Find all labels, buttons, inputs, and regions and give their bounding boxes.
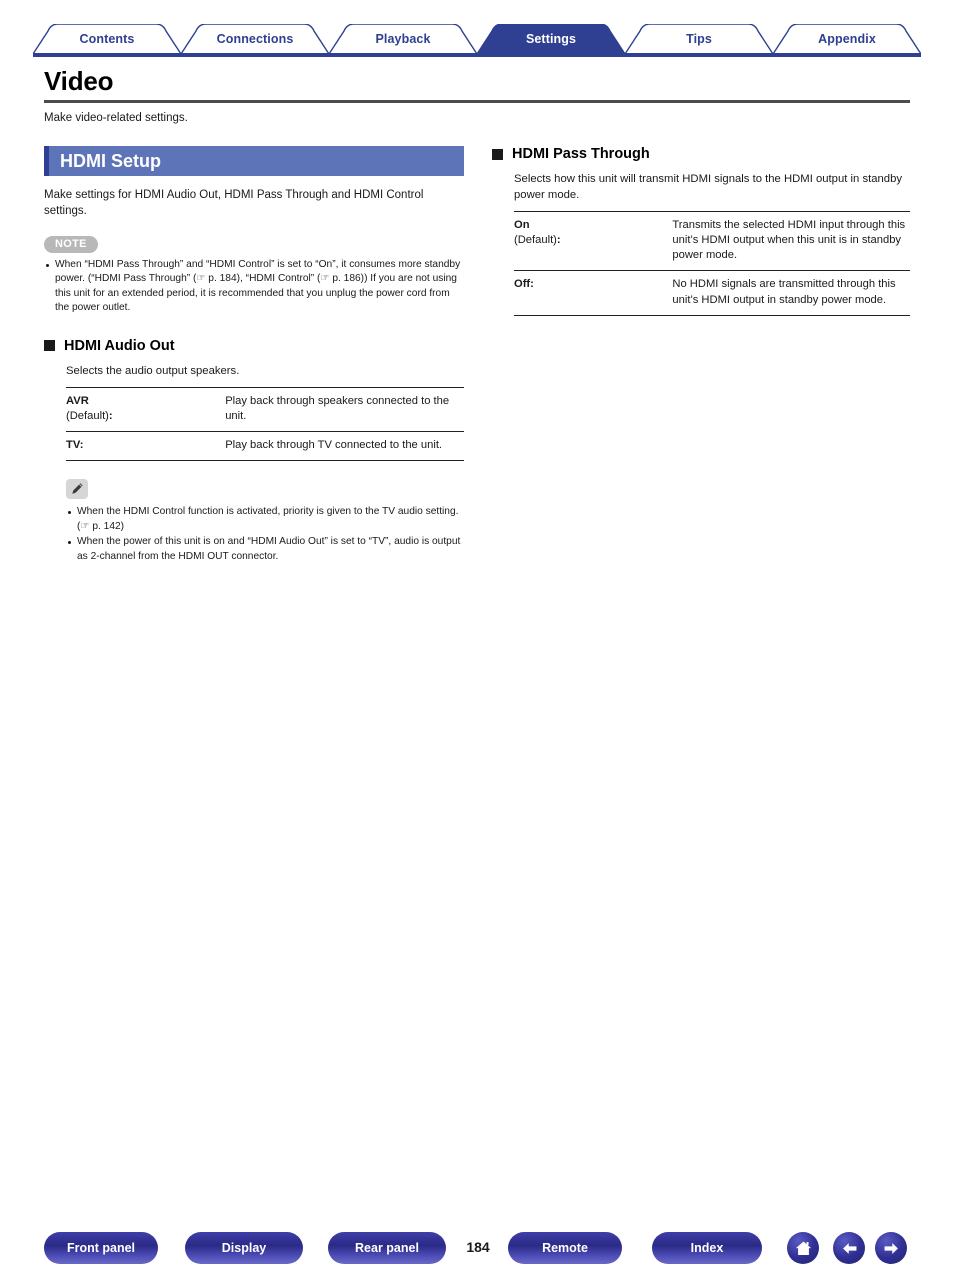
section-banner: HDMI Setup bbox=[44, 146, 464, 176]
tab-label: Connections bbox=[216, 31, 294, 46]
subsection-description: Selects how this unit will transmit HDMI… bbox=[514, 173, 903, 202]
table-row: On (Default): Transmits the selected HDMI … bbox=[514, 211, 910, 271]
home-icon[interactable] bbox=[787, 1232, 819, 1264]
square-bullet-icon bbox=[492, 148, 503, 160]
table-cell-value: No HDMI signals are transmitted through … bbox=[672, 278, 896, 306]
subsection-hdmi-pass-through: HDMI Pass Through Selects how this unit … bbox=[492, 146, 910, 316]
list-item: When “HDMI Pass Through” and “HDMI Contr… bbox=[44, 258, 464, 316]
tab-bar: Contents Connections Playback Settings Tips A… bbox=[0, 0, 954, 60]
subsection-heading-label: HDMI Audio Out bbox=[64, 337, 175, 354]
tab-label: Settings bbox=[525, 31, 577, 46]
arrow-right-icon[interactable] bbox=[875, 1232, 907, 1264]
right-column: HDMI Pass Through Selects how this unit … bbox=[492, 146, 910, 316]
table-row: AVR (Default): Play back through speakers … bbox=[66, 387, 464, 431]
subsection-heading-label: HDMI Pass Through bbox=[512, 146, 650, 162]
rear-panel-button[interactable]: Rear panel bbox=[328, 1232, 446, 1264]
subsection-hdmi-audio-out: HDMI Audio Out Selects the audio output … bbox=[44, 338, 464, 461]
tab-bar-underline bbox=[33, 53, 921, 57]
footer-nav: Front panel Display Rear panel 184 Remot… bbox=[0, 612, 954, 1264]
tab-label: Tips bbox=[686, 31, 712, 46]
tab-label: Playback bbox=[375, 31, 431, 46]
tab-playback[interactable]: Playback bbox=[327, 23, 479, 55]
tab-contents[interactable]: Contents bbox=[31, 23, 183, 55]
tab-connections[interactable]: Connections bbox=[179, 23, 331, 55]
arrow-left-icon[interactable] bbox=[833, 1232, 865, 1264]
tab-tips[interactable]: Tips bbox=[623, 23, 775, 55]
tab-label: Contents bbox=[79, 31, 135, 46]
spec-table-hdmi-audio-out: AVR (Default): Play back through speakers … bbox=[66, 387, 464, 461]
front-panel-button[interactable]: Front panel bbox=[44, 1232, 158, 1264]
note-block: NOTE When “HDMI Pass Through” and “HDMI … bbox=[44, 234, 464, 316]
tab-appendix[interactable]: Appendix bbox=[771, 23, 923, 55]
square-bullet-icon bbox=[44, 340, 55, 352]
tab-settings[interactable]: Settings bbox=[475, 23, 627, 55]
subsection-heading: HDMI Audio Out bbox=[44, 338, 464, 354]
section-description: Make settings for HDMI Audio Out, HDMI P… bbox=[44, 189, 424, 218]
subsection-heading: HDMI Pass Through bbox=[492, 146, 910, 162]
spec-table-hdmi-pass-through: On (Default): Transmits the selected HDMI … bbox=[514, 211, 910, 316]
list-item: When the power of this unit is on and “H… bbox=[66, 535, 464, 564]
table-cell-key: TV: bbox=[66, 438, 84, 451]
display-button[interactable]: Display bbox=[185, 1232, 303, 1264]
table-row: Off: No HDMI signals are transmitted thro… bbox=[514, 270, 910, 316]
page-title: Video bbox=[44, 66, 114, 96]
tip-list: When the HDMI Control function is activa… bbox=[66, 505, 464, 564]
table-row: TV: Play back through TV connected to the… bbox=[66, 431, 464, 461]
index-button[interactable]: Index bbox=[652, 1232, 762, 1264]
note-list: When “HDMI Pass Through” and “HDMI Contr… bbox=[44, 258, 464, 316]
subsection-description: Selects the audio output speakers. bbox=[66, 364, 240, 377]
tip-block: When the HDMI Control function is activa… bbox=[66, 478, 464, 564]
table-cell-key: AVR (Default): bbox=[66, 394, 113, 422]
pencil-icon bbox=[66, 478, 88, 499]
list-item: When the HDMI Control function is activa… bbox=[66, 505, 464, 534]
table-cell-key: Off: bbox=[514, 278, 534, 291]
title-divider bbox=[44, 100, 910, 103]
page-number: 184 bbox=[466, 1239, 490, 1255]
table-cell-value: Transmits the selected HDMI input throug… bbox=[672, 219, 906, 262]
tab-label: Appendix bbox=[818, 31, 876, 46]
section-banner-label: HDMI Setup bbox=[60, 150, 161, 171]
table-cell-value: Play back through speakers connected to … bbox=[225, 394, 450, 422]
left-column: HDMI Setup Make settings for HDMI Audio … bbox=[44, 146, 464, 565]
page-intro: Make video-related settings. bbox=[44, 112, 188, 124]
note-badge: NOTE bbox=[44, 235, 98, 253]
remote-button[interactable]: Remote bbox=[508, 1232, 622, 1264]
table-cell-value: Play back through TV connected to the un… bbox=[225, 438, 443, 451]
table-cell-key: On (Default): bbox=[514, 219, 561, 247]
